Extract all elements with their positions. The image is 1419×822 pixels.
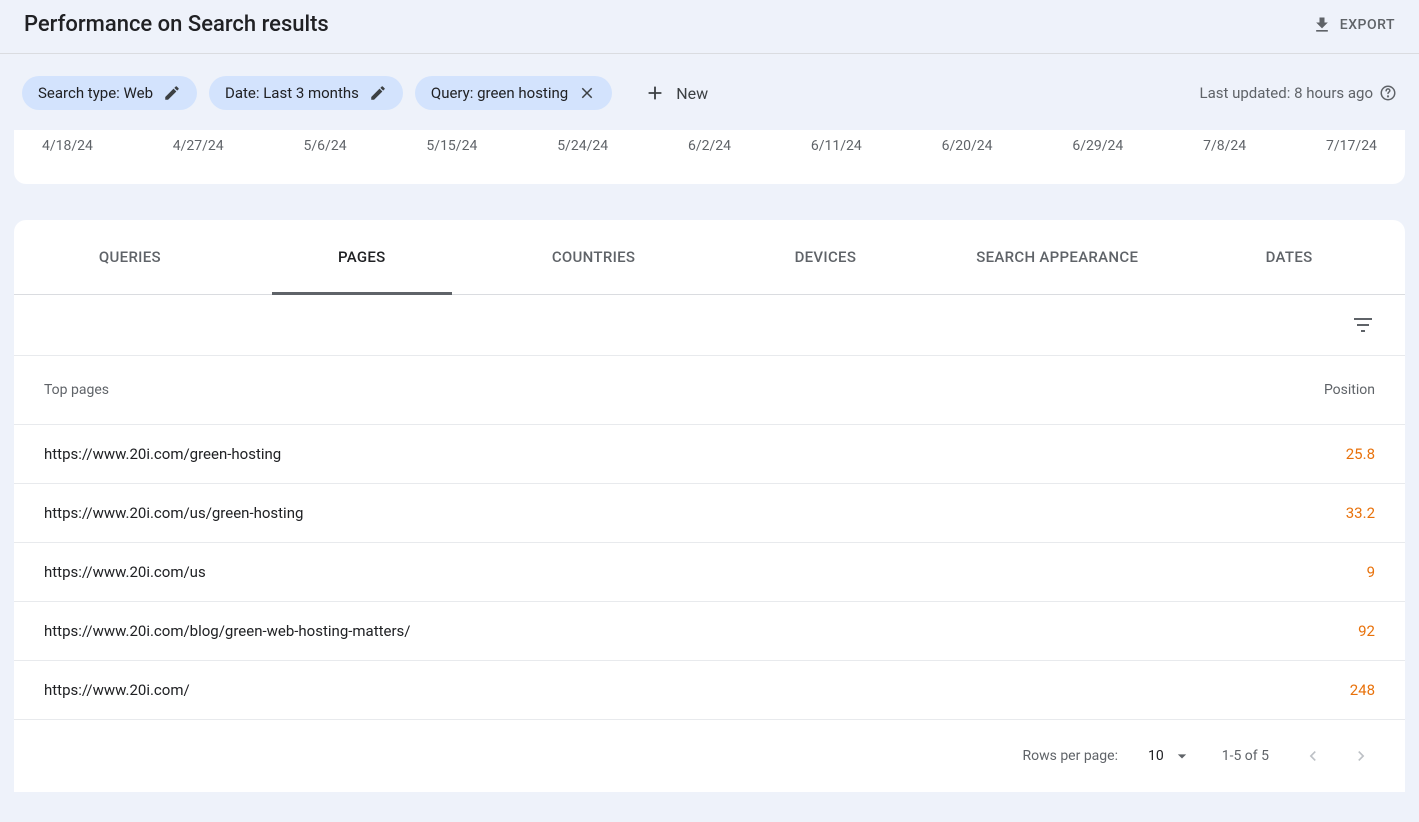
page-position: 248 [1350,681,1375,699]
close-icon[interactable] [578,84,596,102]
last-updated-text: Last updated: 8 hours ago [1199,84,1373,102]
chip-label: Date: Last 3 months [225,84,359,102]
timeline-date: 6/29/24 [1072,138,1123,154]
tab-queries[interactable]: QUERIES [14,220,246,294]
column-header-position[interactable]: Position [1324,382,1375,398]
export-label: EXPORT [1340,17,1395,33]
timeline-date: 6/20/24 [942,138,993,154]
new-label: New [676,84,708,103]
filter-chip-date[interactable]: Date: Last 3 months [209,76,403,110]
help-icon[interactable] [1379,84,1397,102]
dropdown-icon [1172,746,1192,766]
timeline-date: 6/2/24 [688,138,731,154]
table-row[interactable]: https://www.20i.com/us 9 [14,543,1405,602]
pagination-range: 1-5 of 5 [1222,748,1269,764]
filter-chip-query[interactable]: Query: green hosting [415,76,612,110]
edit-icon [163,84,181,102]
tab-pages[interactable]: PAGES [246,220,478,294]
table-row[interactable]: https://www.20i.com/green-hosting 25.8 [14,425,1405,484]
rows-per-page-select[interactable]: 10 [1148,746,1192,766]
timeline-date: 7/8/24 [1203,138,1246,154]
page-position: 9 [1367,563,1375,581]
timeline-date: 4/27/24 [173,138,224,154]
edit-icon [369,84,387,102]
last-updated: Last updated: 8 hours ago [1199,84,1397,102]
timeline-date: 5/15/24 [426,138,477,154]
tab-dates[interactable]: DATES [1173,220,1405,294]
table-header: Top pages Position [14,356,1405,425]
tab-search-appearance[interactable]: SEARCH APPEARANCE [941,220,1173,294]
prev-page-button[interactable] [1299,742,1327,770]
page-url: https://www.20i.com/green-hosting [44,445,281,463]
timeline-axis: 4/18/24 4/27/24 5/6/24 5/15/24 5/24/24 6/2/24… [14,130,1405,184]
chip-label: Search type: Web [38,84,153,102]
filter-icon[interactable] [1351,313,1375,337]
timeline-date: 7/17/24 [1326,138,1377,154]
new-filter-button[interactable]: New [632,74,720,112]
next-page-button[interactable] [1347,742,1375,770]
filter-chip-search-type[interactable]: Search type: Web [22,76,197,110]
rows-per-page-label: Rows per page: [1022,748,1117,764]
page-position: 33.2 [1346,504,1375,522]
timeline-date: 4/18/24 [42,138,93,154]
page-position: 25.8 [1346,445,1375,463]
page-url: https://www.20i.com/us [44,563,206,581]
timeline-date: 5/6/24 [304,138,347,154]
timeline-date: 5/24/24 [557,138,608,154]
page-url: https://www.20i.com/ [44,681,190,699]
tabs: QUERIES PAGES COUNTRIES DEVICES SEARCH A… [14,220,1405,295]
page-url: https://www.20i.com/blog/green-web-hosti… [44,622,410,640]
download-icon [1312,15,1332,35]
table-row[interactable]: https://www.20i.com/248 [14,661,1405,720]
plus-icon [644,82,666,104]
page-title: Performance on Search results [24,12,329,37]
export-button[interactable]: EXPORT [1312,15,1395,35]
tab-devices[interactable]: DEVICES [709,220,941,294]
table-row[interactable]: https://www.20i.com/blog/green-web-hosti… [14,602,1405,661]
table-row[interactable]: https://www.20i.com/us/green-hosting 33.2 [14,484,1405,543]
page-position: 92 [1358,622,1375,640]
page-url: https://www.20i.com/us/green-hosting [44,504,303,522]
tab-countries[interactable]: COUNTRIES [478,220,710,294]
chip-label: Query: green hosting [431,84,568,102]
timeline-date: 6/11/24 [811,138,862,154]
rows-value: 10 [1148,748,1164,764]
column-header-pages: Top pages [44,382,109,398]
